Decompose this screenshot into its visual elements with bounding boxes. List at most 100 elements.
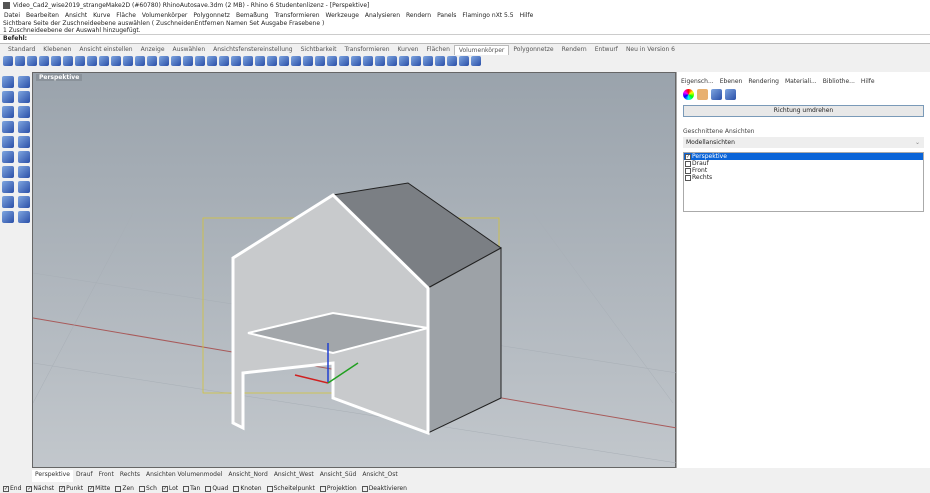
toolbar-tab[interactable]: Standard <box>4 45 39 55</box>
tool-icon[interactable] <box>2 211 14 223</box>
tool-icon[interactable] <box>327 56 337 66</box>
toolbar-tab[interactable]: Sichtbarkeit <box>297 45 341 55</box>
tool-icon[interactable] <box>399 56 409 66</box>
tool-icon[interactable] <box>18 181 30 193</box>
checkbox[interactable]: ✓ <box>685 153 691 160</box>
tool-icon[interactable] <box>2 181 14 193</box>
tool-icon[interactable] <box>18 76 30 88</box>
menu-item[interactable]: Rendern <box>406 12 431 19</box>
osnap-scheitelpunkt[interactable]: Scheitelpunkt <box>266 485 315 492</box>
checkbox[interactable] <box>319 485 326 492</box>
tool-icon[interactable] <box>18 106 30 118</box>
menu-item[interactable]: Flamingo nXt 5.5 <box>462 12 513 19</box>
toolbar-tab[interactable]: Polygonnetze <box>509 45 557 55</box>
menu-item[interactable]: Ansicht <box>65 12 87 19</box>
tool-icon[interactable] <box>18 91 30 103</box>
views-dropdown[interactable]: Modellansichten ⌄ <box>683 137 924 148</box>
toolbar-tab[interactable]: Transformieren <box>340 45 393 55</box>
tool-icon[interactable] <box>459 56 469 66</box>
tool-icon[interactable] <box>267 56 277 66</box>
tool-icon[interactable] <box>231 56 241 66</box>
osnap-mitte[interactable]: ✓ Mitte <box>88 485 110 492</box>
viewport-tab[interactable]: Drauf <box>73 470 96 482</box>
menu-item[interactable]: Analysieren <box>365 12 400 19</box>
tool-icon[interactable] <box>279 56 289 66</box>
flip-direction-button[interactable]: Richtung umdrehen <box>683 105 924 117</box>
tool-icon[interactable] <box>123 56 133 66</box>
checkbox[interactable] <box>361 485 368 492</box>
tool-icon[interactable] <box>2 121 14 133</box>
tool-icon[interactable] <box>18 151 30 163</box>
checkbox[interactable] <box>115 485 122 492</box>
tool-icon[interactable] <box>207 56 217 66</box>
perspective-viewport[interactable]: Perspektive <box>32 72 678 468</box>
tool-icon[interactable] <box>2 166 14 178</box>
tool-icon[interactable] <box>351 56 361 66</box>
tool-icon[interactable] <box>2 196 14 208</box>
panel-tab[interactable]: Hilfe <box>861 78 875 85</box>
panel-tab[interactable]: Bibliothe... <box>823 78 855 85</box>
menu-item[interactable]: Datei <box>4 12 20 19</box>
viewport-tab[interactable]: Perspektive <box>32 470 73 482</box>
tool-icon[interactable] <box>2 76 14 88</box>
toolbar-tab[interactable]: Flächen <box>422 45 453 55</box>
viewport-tab[interactable]: Ansicht_Nord <box>225 470 270 482</box>
osnap-nächst[interactable]: ✓ Nächst <box>26 485 54 492</box>
tool-icon[interactable] <box>63 56 73 66</box>
menu-item[interactable]: Bemaßung <box>236 12 269 19</box>
tool-icon[interactable] <box>303 56 313 66</box>
menu-item[interactable]: Fläche <box>116 12 136 19</box>
tool-icon[interactable] <box>2 136 14 148</box>
checkbox[interactable]: ✓ <box>59 485 66 492</box>
menu-item[interactable]: Polygonnetz <box>193 12 230 19</box>
viewport-tab[interactable]: Ansichten Volumenmodel <box>143 470 225 482</box>
toolbar-tab[interactable]: Klebenen <box>39 45 75 55</box>
tool-icon[interactable] <box>159 56 169 66</box>
checkbox[interactable] <box>685 167 691 174</box>
osnap-deaktivieren[interactable]: Deaktivieren <box>361 485 407 492</box>
tool-icon[interactable] <box>195 56 205 66</box>
tool-icon[interactable] <box>2 91 14 103</box>
osnap-knoten[interactable]: Knoten <box>233 485 262 492</box>
osnap-lot[interactable]: ✓ Lot <box>161 485 178 492</box>
tool-icon[interactable] <box>447 56 457 66</box>
checkbox[interactable] <box>183 485 190 492</box>
tool-icon[interactable] <box>27 56 37 66</box>
checkbox[interactable] <box>685 160 691 167</box>
toolbar-tab[interactable]: Ansichtsfenstereinstellung <box>209 45 296 55</box>
toolbar-tab[interactable]: Entwurf <box>591 45 622 55</box>
material-icon[interactable] <box>697 89 708 100</box>
tool-icon[interactable] <box>51 56 61 66</box>
tool-icon[interactable] <box>171 56 181 66</box>
osnap-quad[interactable]: Quad <box>205 485 228 492</box>
tool-icon[interactable] <box>15 56 25 66</box>
panel-tab[interactable]: Eigensch... <box>681 78 714 85</box>
tool-icon[interactable] <box>18 136 30 148</box>
toolbar-tab[interactable]: Volumenkörper <box>453 45 510 55</box>
checkbox[interactable] <box>266 485 273 492</box>
checkbox[interactable]: ✓ <box>161 485 168 492</box>
panel-tab[interactable]: Materiali... <box>785 78 817 85</box>
osnap-tan[interactable]: Tan <box>183 485 200 492</box>
checkbox[interactable]: ✓ <box>3 485 9 492</box>
tool-icon[interactable] <box>471 56 481 66</box>
toolbar-tab[interactable]: Ansicht einstellen <box>75 45 136 55</box>
checkbox[interactable] <box>685 174 691 181</box>
tool-icon[interactable] <box>291 56 301 66</box>
tool-icon[interactable] <box>255 56 265 66</box>
toolbar-tab[interactable]: Anzeige <box>137 45 169 55</box>
tool-icon[interactable] <box>363 56 373 66</box>
tool-icon[interactable] <box>435 56 445 66</box>
tool-icon[interactable] <box>39 56 49 66</box>
tool-icon[interactable] <box>423 56 433 66</box>
osnap-punkt[interactable]: ✓ Punkt <box>59 485 83 492</box>
clipping-plane-icon[interactable] <box>711 89 722 100</box>
checkbox[interactable] <box>233 485 240 492</box>
panel-tab[interactable]: Ebenen <box>720 78 743 85</box>
menu-item[interactable]: Bearbeiten <box>26 12 59 19</box>
tool-icon[interactable] <box>219 56 229 66</box>
checkbox[interactable] <box>138 485 145 492</box>
tool-icon[interactable] <box>411 56 421 66</box>
tool-icon[interactable] <box>339 56 349 66</box>
menu-item[interactable]: Transformieren <box>274 12 319 19</box>
